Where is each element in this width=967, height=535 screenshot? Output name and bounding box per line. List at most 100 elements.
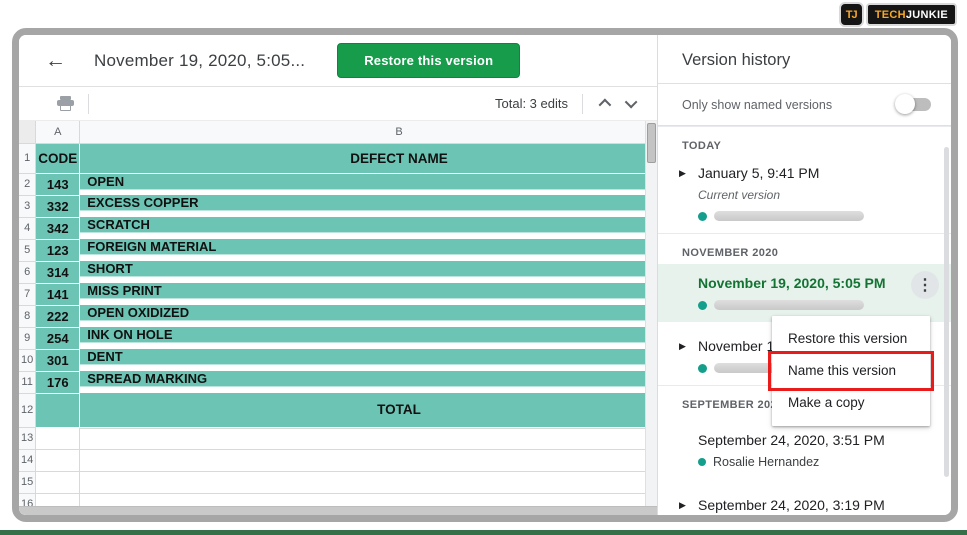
expand-arrow-icon[interactable]: ▶ xyxy=(679,341,686,352)
sheet-row-8: 8222OPEN OXIDIZED37113914389 xyxy=(19,305,657,327)
cell-A11[interactable]: 176 xyxy=(36,371,80,393)
panel-title: Version history xyxy=(658,35,951,84)
version-entry-november-19-selected[interactable]: November 19, 2020, 5:05 PM ⋮ xyxy=(658,264,951,322)
row-header-12[interactable]: 12 xyxy=(19,393,36,427)
col-header-B[interactable]: B xyxy=(80,121,657,143)
named-versions-toggle[interactable] xyxy=(895,97,931,112)
grid-corner[interactable] xyxy=(19,121,36,143)
cell-A14[interactable] xyxy=(36,449,80,471)
redacted-editor-name xyxy=(714,211,864,221)
row-header-1[interactable]: 1 xyxy=(19,143,36,173)
cell-B13[interactable] xyxy=(80,428,657,429)
row-header-8[interactable]: 8 xyxy=(19,305,36,327)
page-bottom-strip xyxy=(0,530,967,535)
row-header-11[interactable]: 11 xyxy=(19,371,36,393)
cell-B9[interactable]: INK ON HOLE xyxy=(80,327,657,343)
sheet-row-11: 11176SPREAD MARKING31573135107 xyxy=(19,371,657,393)
menu-item-restore[interactable]: Restore this version xyxy=(772,323,930,355)
cell-A6[interactable]: 314 xyxy=(36,261,80,283)
cell-A2[interactable]: 143 xyxy=(36,173,80,195)
more-options-icon[interactable]: ⋮ xyxy=(911,271,939,299)
cell-B11[interactable]: SPREAD MARKING xyxy=(80,371,657,387)
print-icon[interactable] xyxy=(57,96,74,111)
cell-B15[interactable] xyxy=(80,471,657,472)
cell-A15[interactable] xyxy=(36,471,80,493)
sheet-vscroll-thumb[interactable] xyxy=(647,123,656,163)
cell-B5[interactable]: FOREIGN MATERIAL xyxy=(80,239,657,255)
version-entry-september-24-319[interactable]: ▶ September 24, 2020, 3:19 PM xyxy=(658,481,951,515)
editor-dot-icon xyxy=(698,458,706,466)
cell-A8[interactable]: 222 xyxy=(36,305,80,327)
row-header-10[interactable]: 10 xyxy=(19,349,36,371)
row-header-13[interactable]: 13 xyxy=(19,427,36,449)
section-header: TODAY xyxy=(658,127,951,157)
expand-arrow-icon[interactable]: ▶ xyxy=(679,500,686,511)
cell-B4[interactable]: SCRATCH xyxy=(80,217,657,233)
row-header-7[interactable]: 7 xyxy=(19,283,36,305)
cell-A13[interactable] xyxy=(36,427,80,449)
sheet-row-9: 9254INK ON HOLE2471225669 xyxy=(19,327,657,349)
cell-A1[interactable]: CODE xyxy=(36,143,80,173)
sheet-row-14: 14 xyxy=(19,449,657,471)
cell-A5[interactable]: 123 xyxy=(36,239,80,261)
current-version-label: Current version xyxy=(698,188,927,202)
techjunkie-logo: TJ TECHJUNKIE xyxy=(839,2,957,27)
cell-B6[interactable]: SHORT xyxy=(80,261,657,277)
section-today: TODAY ▶ January 5, 9:41 PM Current versi… xyxy=(658,126,951,233)
sheet-row-13: 13 xyxy=(19,427,657,449)
row-header-9[interactable]: 9 xyxy=(19,327,36,349)
cell-B7[interactable]: MISS PRINT xyxy=(80,283,657,299)
row-header-4[interactable]: 4 xyxy=(19,217,36,239)
sheet-row-5: 5123FOREIGN MATERIAL44515819790 xyxy=(19,239,657,261)
row-header-2[interactable]: 2 xyxy=(19,173,36,195)
editor-dot-icon xyxy=(698,301,707,310)
row-header-6[interactable]: 6 xyxy=(19,261,36,283)
next-edit-icon[interactable] xyxy=(625,96,638,109)
cell-B16[interactable] xyxy=(80,493,657,494)
cell-A9[interactable]: 254 xyxy=(36,327,80,349)
toolbar-divider xyxy=(88,94,89,114)
menu-item-name-version[interactable]: Name this version xyxy=(772,355,930,387)
logo-tech-text: TECH xyxy=(875,9,906,21)
editor-dot-icon xyxy=(698,212,707,221)
version-entry-january-5[interactable]: ▶ January 5, 9:41 PM Current version xyxy=(658,157,951,233)
restore-version-button[interactable]: Restore this version xyxy=(337,43,520,78)
row-header-3[interactable]: 3 xyxy=(19,195,36,217)
sheet-row-6: 6314SHORT36814214680 xyxy=(19,261,657,283)
sheet-row-7: 7141MISS PRINT365140124101 xyxy=(19,283,657,305)
expand-arrow-icon[interactable]: ▶ xyxy=(679,168,686,179)
cell-B2[interactable]: OPEN xyxy=(80,174,657,190)
cell-A12[interactable] xyxy=(36,393,80,427)
version-history-panel: Version history Only show named versions… xyxy=(657,35,951,515)
editor-row xyxy=(698,300,927,310)
cell-B10[interactable]: DENT xyxy=(80,349,657,365)
previous-edit-icon[interactable] xyxy=(599,99,612,112)
cell-B14[interactable] xyxy=(80,449,657,450)
spreadsheet-grid: ABCDEFG1CODEDEFECT NAME2020 TTLJAN '20FE… xyxy=(19,121,657,515)
techjunkie-wordmark: TECHJUNKIE xyxy=(866,3,957,26)
named-versions-toggle-row: Only show named versions xyxy=(658,84,951,126)
row-header-15[interactable]: 15 xyxy=(19,471,36,493)
cell-A4[interactable]: 342 xyxy=(36,217,80,239)
panel-scrollbar[interactable] xyxy=(944,147,949,477)
sheet-vertical-scrollbar[interactable] xyxy=(645,121,657,506)
sheet-row-4: 4342SCRATCH422170145107 xyxy=(19,217,657,239)
cell-A3[interactable]: 332 xyxy=(36,195,80,217)
col-header-A[interactable]: A xyxy=(36,121,80,143)
cell-A10[interactable]: 301 xyxy=(36,349,80,371)
editor-row: Rosalie Hernandez xyxy=(698,455,927,469)
sheet-row-3: 3332EXCESS COPPER41519415566 xyxy=(19,195,657,217)
menu-item-make-copy[interactable]: Make a copy xyxy=(772,387,930,419)
sheet-horizontal-scrollbar[interactable] xyxy=(19,506,657,515)
toolbar-divider xyxy=(582,94,583,114)
row-header-5[interactable]: 5 xyxy=(19,239,36,261)
cell-A7[interactable]: 141 xyxy=(36,283,80,305)
back-arrow-icon[interactable]: ← xyxy=(45,50,66,71)
sheet-area: ← November 19, 2020, 5:05... Restore thi… xyxy=(19,35,657,515)
version-title: November 19, 2020, 5:05... xyxy=(94,51,305,71)
row-header-14[interactable]: 14 xyxy=(19,449,36,471)
cell-B8[interactable]: OPEN OXIDIZED xyxy=(80,305,657,321)
cell-B1[interactable]: DEFECT NAME xyxy=(80,143,657,173)
cell-B3[interactable]: EXCESS COPPER xyxy=(80,195,657,211)
cell-B12[interactable]: TOTAL xyxy=(80,393,657,427)
